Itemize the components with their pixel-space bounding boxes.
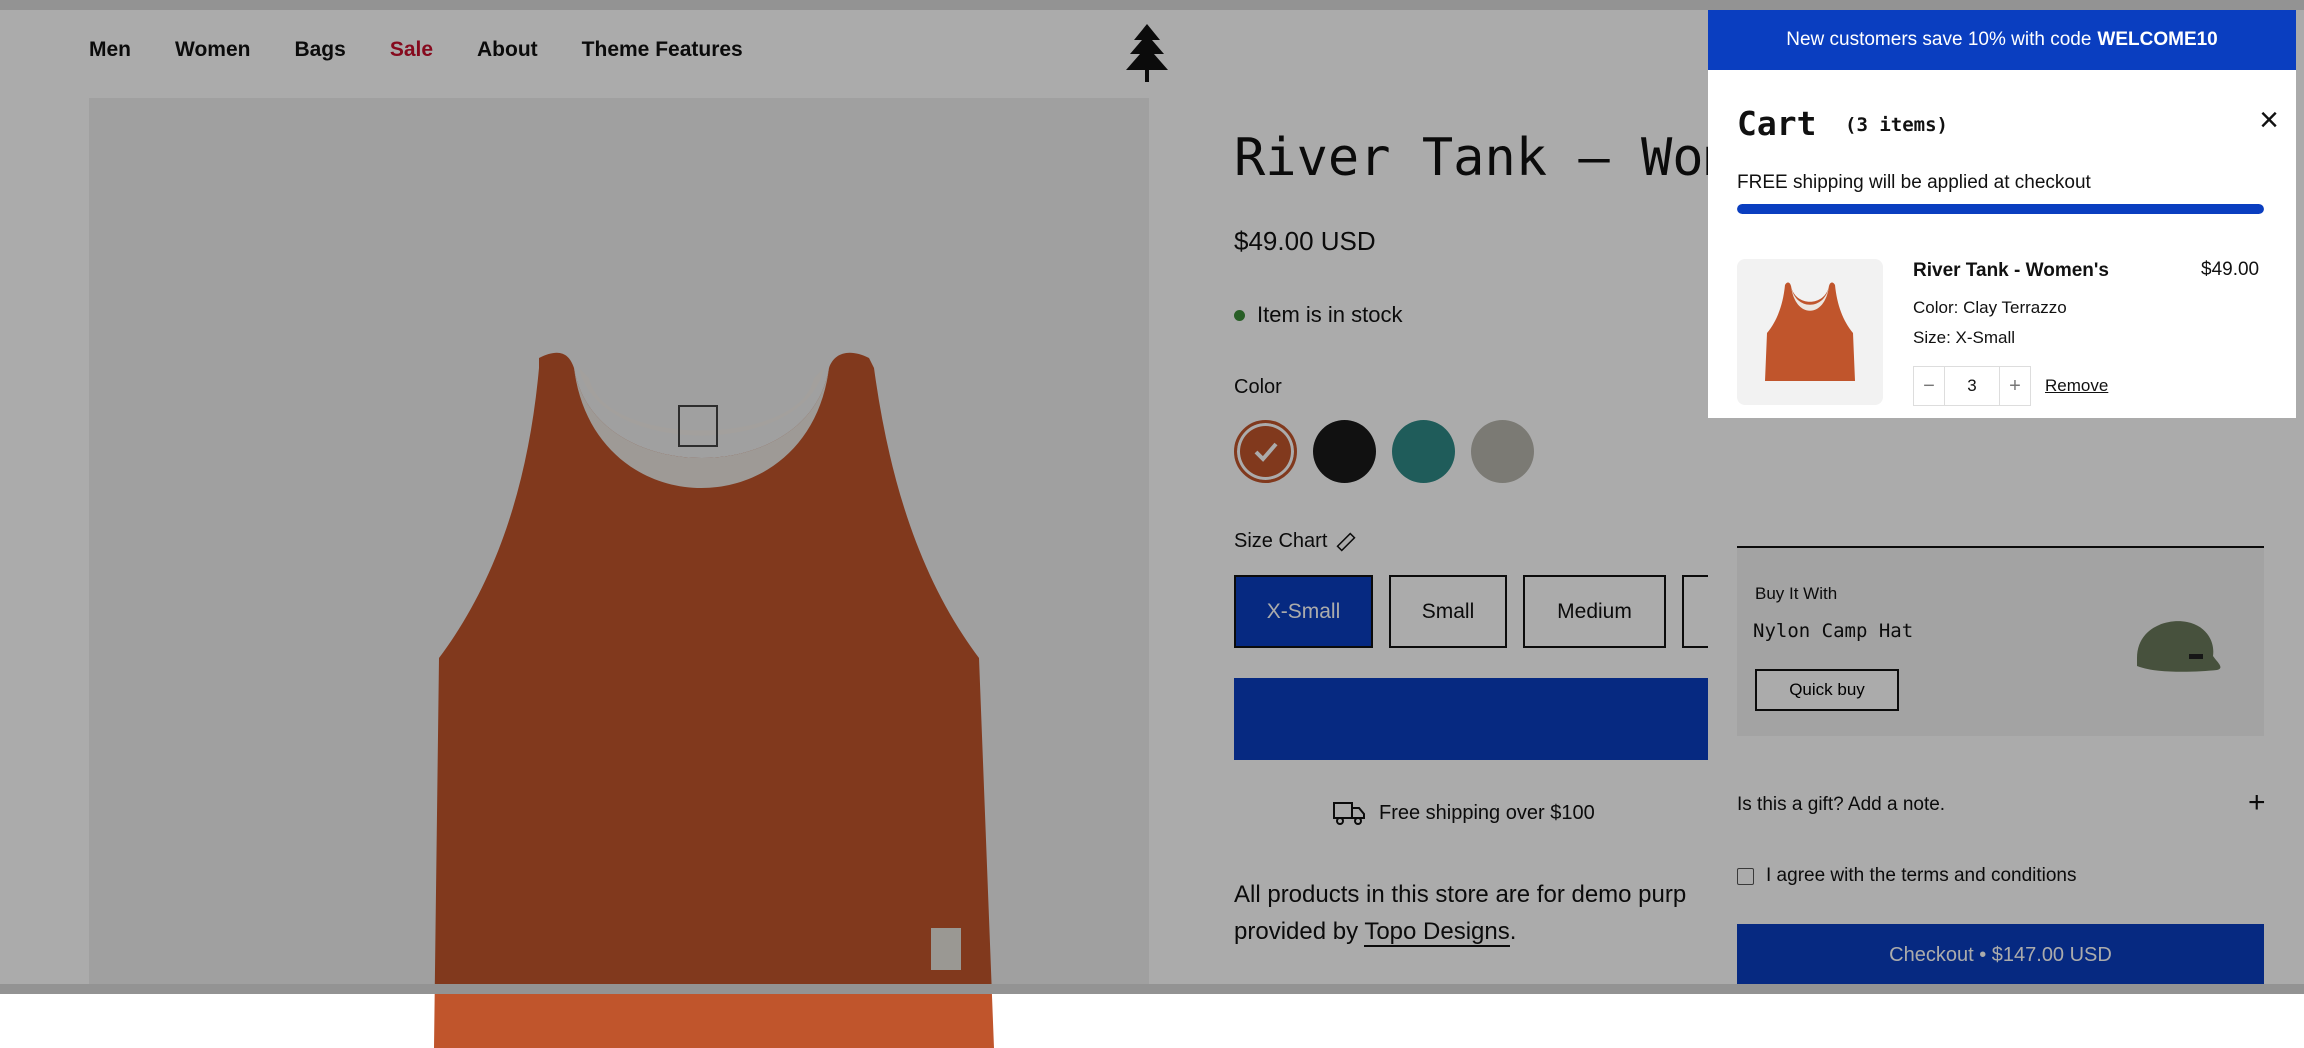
promo-text: New customers save 10% with code <box>1786 29 2092 50</box>
product-page: Men Women Bags Sale About Theme Features… <box>0 0 2304 1048</box>
line-item-size: Size: X-Small <box>1913 328 2016 347</box>
quantity-input[interactable]: 3 <box>1944 367 2000 405</box>
cart-drawer: New customers save 10% with code WELCOME… <box>1708 10 2296 984</box>
shipping-progress-bar <box>1737 204 2264 214</box>
shipping-message: FREE shipping will be applied at checkou… <box>1737 172 2091 193</box>
line-item-price: $49.00 <box>2201 259 2260 280</box>
quantity-stepper: − 3 + <box>1913 366 2031 406</box>
drawer-overlay <box>1708 418 2296 984</box>
remove-item-link[interactable]: Remove <box>2045 376 2108 396</box>
decrease-quantity-button[interactable]: − <box>1914 367 1944 405</box>
promo-banner: New customers save 10% with code WELCOME… <box>1708 10 2296 70</box>
promo-code: WELCOME10 <box>2097 29 2218 50</box>
cart-item-count: (3 items) <box>1845 114 1948 136</box>
line-item-thumbnail[interactable] <box>1737 259 1883 405</box>
line-item-name[interactable]: River Tank - Women's <box>1913 260 2109 282</box>
river-tank-thumb <box>1765 282 1855 381</box>
cart-title: Cart <box>1737 104 1817 143</box>
shipping-progress-fill <box>1737 204 2264 214</box>
increase-quantity-button[interactable]: + <box>2000 367 2030 405</box>
line-item-color: Color: Clay Terrazzo <box>1913 298 2067 317</box>
close-icon[interactable]: × <box>2251 102 2287 138</box>
